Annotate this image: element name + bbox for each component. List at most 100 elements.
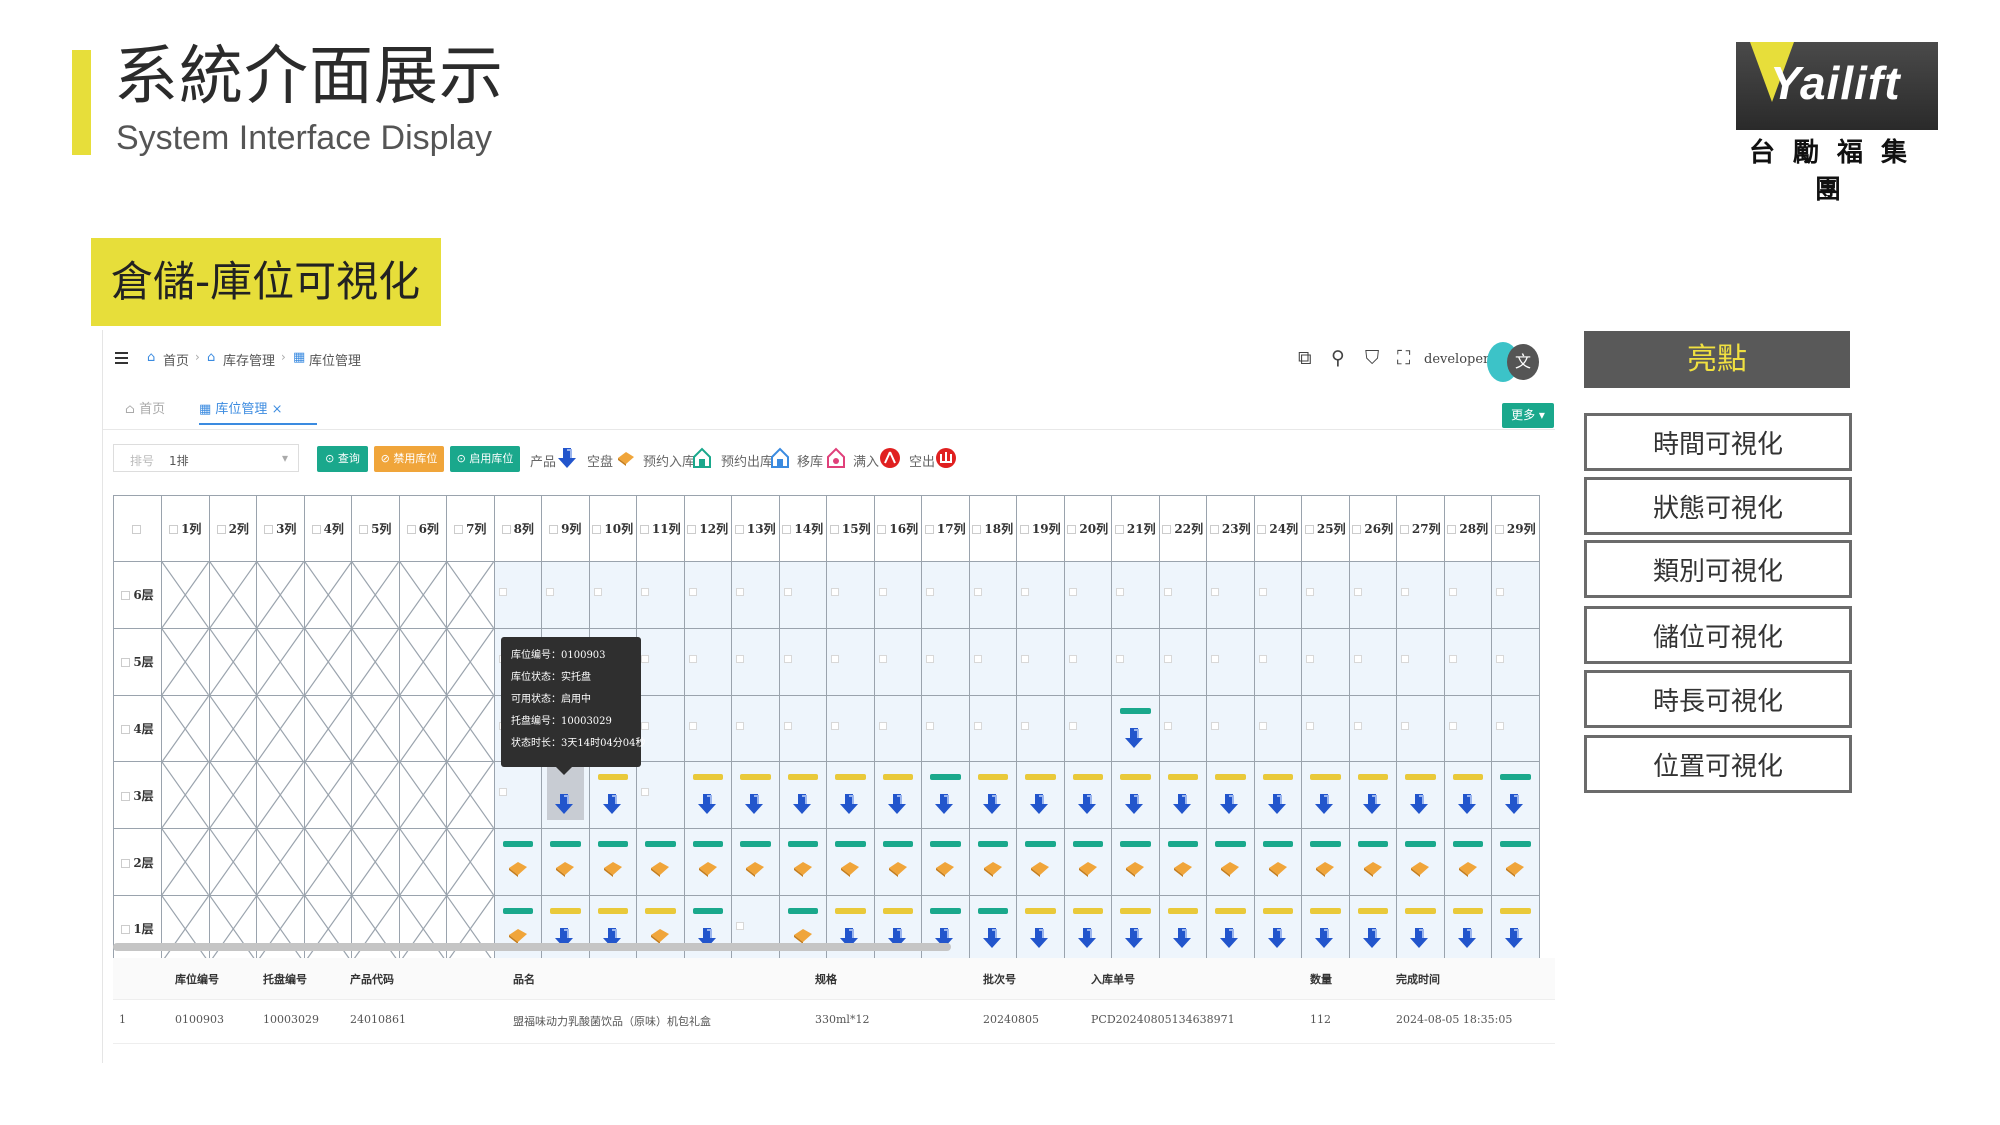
location-cell[interactable] bbox=[1016, 694, 1065, 763]
select-all-checkbox[interactable] bbox=[113, 495, 162, 562]
disabled-location[interactable] bbox=[256, 561, 305, 629]
cell-checkbox[interactable] bbox=[1211, 654, 1219, 663]
location-cell[interactable] bbox=[1063, 627, 1112, 696]
location-cell[interactable] bbox=[1491, 828, 1540, 896]
disabled-location[interactable] bbox=[161, 694, 210, 763]
column-header[interactable]: 13列 bbox=[731, 495, 780, 562]
disabled-location[interactable] bbox=[398, 761, 447, 830]
location-cell[interactable] bbox=[636, 828, 685, 896]
cell-checkbox[interactable] bbox=[1211, 721, 1219, 730]
location-cell[interactable] bbox=[1063, 561, 1112, 629]
tab-home[interactable]: ⌂ 首页 bbox=[125, 398, 165, 417]
disabled-location[interactable] bbox=[303, 561, 352, 629]
column-header[interactable]: 17列 bbox=[921, 495, 970, 562]
cell-checkbox[interactable] bbox=[736, 921, 744, 930]
cell-checkbox[interactable] bbox=[641, 721, 649, 730]
location-cell[interactable] bbox=[1253, 627, 1302, 696]
location-cell[interactable] bbox=[1396, 828, 1445, 896]
disabled-location[interactable] bbox=[446, 694, 495, 763]
shirt-icon[interactable]: ⛉ bbox=[1365, 347, 1379, 369]
cell-checkbox[interactable] bbox=[1401, 588, 1409, 596]
location-cell[interactable] bbox=[541, 828, 590, 896]
location-cell[interactable] bbox=[683, 894, 732, 963]
column-header[interactable]: 19列 bbox=[1016, 495, 1065, 562]
location-cell[interactable] bbox=[1111, 694, 1160, 763]
cell-checkbox[interactable] bbox=[783, 588, 792, 596]
location-cell[interactable] bbox=[968, 761, 1017, 830]
location-cell[interactable] bbox=[1111, 627, 1160, 696]
location-cell[interactable] bbox=[1111, 828, 1160, 896]
location-cell[interactable] bbox=[826, 694, 875, 763]
location-cell[interactable] bbox=[873, 894, 922, 963]
location-cell[interactable] bbox=[1348, 894, 1397, 963]
location-cell[interactable] bbox=[968, 627, 1017, 696]
cell-checkbox[interactable] bbox=[498, 588, 507, 596]
disabled-location[interactable] bbox=[446, 894, 495, 963]
cell-checkbox[interactable] bbox=[1021, 654, 1029, 663]
column-header[interactable]: 12列 bbox=[683, 495, 732, 562]
location-cell[interactable] bbox=[1301, 828, 1350, 896]
column-header[interactable]: 14列 bbox=[778, 495, 827, 562]
location-cell[interactable] bbox=[1111, 894, 1160, 963]
location-cell[interactable] bbox=[968, 894, 1017, 963]
location-cell[interactable] bbox=[588, 761, 637, 830]
location-cell[interactable] bbox=[921, 828, 970, 896]
disabled-location[interactable] bbox=[208, 894, 257, 963]
cell-checkbox[interactable] bbox=[1116, 588, 1124, 596]
disabled-location[interactable] bbox=[351, 894, 400, 963]
cell-checkbox[interactable] bbox=[783, 654, 792, 663]
cell-checkbox[interactable] bbox=[1163, 654, 1172, 663]
location-cell[interactable] bbox=[1063, 694, 1112, 763]
location-cell[interactable] bbox=[1396, 894, 1445, 963]
disabled-location[interactable] bbox=[256, 761, 305, 830]
location-cell[interactable] bbox=[1491, 761, 1540, 830]
location-cell[interactable] bbox=[588, 561, 637, 629]
cell-checkbox[interactable] bbox=[1116, 654, 1124, 663]
fullscreen-icon[interactable]: ⛶ bbox=[1397, 347, 1410, 369]
column-header[interactable]: 27列 bbox=[1396, 495, 1445, 562]
location-cell[interactable] bbox=[1396, 694, 1445, 763]
cell-checkbox[interactable] bbox=[641, 588, 649, 596]
column-header[interactable]: 24列 bbox=[1253, 495, 1302, 562]
disabled-location[interactable] bbox=[398, 894, 447, 963]
location-cell[interactable] bbox=[1301, 561, 1350, 629]
cell-checkbox[interactable] bbox=[1306, 721, 1314, 730]
disabled-location[interactable] bbox=[208, 561, 257, 629]
row-select[interactable]: 排号 1排 ▾ bbox=[113, 444, 299, 472]
table-row[interactable]: 1 0100903 10003029 24010861 盟福味动力乳酸菌饮品（原… bbox=[113, 1000, 1555, 1044]
location-cell[interactable] bbox=[493, 761, 542, 830]
cell-checkbox[interactable] bbox=[973, 721, 982, 730]
location-cell[interactable] bbox=[1016, 627, 1065, 696]
cell-checkbox[interactable] bbox=[973, 654, 982, 663]
location-cell[interactable] bbox=[1396, 627, 1445, 696]
disabled-location[interactable] bbox=[303, 828, 352, 896]
cell-checkbox[interactable] bbox=[736, 721, 744, 730]
cell-checkbox[interactable] bbox=[1068, 654, 1077, 663]
location-cell[interactable] bbox=[1348, 761, 1397, 830]
disabled-location[interactable] bbox=[351, 627, 400, 696]
column-header[interactable]: 2列 bbox=[208, 495, 257, 562]
location-cell[interactable] bbox=[1443, 828, 1492, 896]
location-cell[interactable] bbox=[683, 627, 732, 696]
disabled-location[interactable] bbox=[161, 894, 210, 963]
cell-checkbox[interactable] bbox=[1448, 654, 1457, 663]
cell-checkbox[interactable] bbox=[498, 788, 507, 797]
location-cell[interactable] bbox=[636, 761, 685, 830]
cell-checkbox[interactable] bbox=[688, 721, 697, 730]
location-cell[interactable] bbox=[778, 828, 827, 896]
column-header[interactable]: 21列 bbox=[1111, 495, 1160, 562]
location-cell[interactable] bbox=[1301, 627, 1350, 696]
location-cell[interactable] bbox=[1206, 828, 1255, 896]
breadcrumb-home[interactable]: 首页 bbox=[163, 350, 189, 369]
location-cell[interactable] bbox=[778, 894, 827, 963]
location-cell[interactable] bbox=[1491, 561, 1540, 629]
disabled-location[interactable] bbox=[351, 694, 400, 763]
location-cell[interactable] bbox=[873, 561, 922, 629]
cell-checkbox[interactable] bbox=[1353, 721, 1362, 730]
cell-checkbox[interactable] bbox=[1496, 588, 1504, 596]
location-cell[interactable] bbox=[1253, 694, 1302, 763]
location-cell[interactable] bbox=[826, 761, 875, 830]
disabled-location[interactable] bbox=[161, 627, 210, 696]
cell-checkbox[interactable] bbox=[1068, 721, 1077, 730]
cell-checkbox[interactable] bbox=[688, 588, 697, 596]
